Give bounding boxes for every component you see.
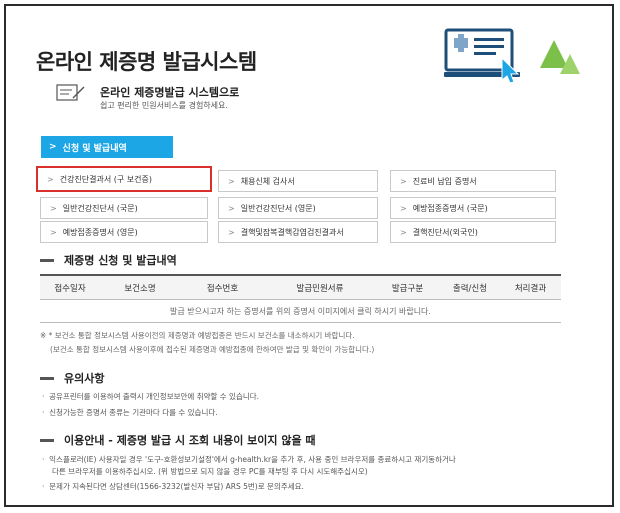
heading-bar [40, 438, 54, 442]
column-header: 출력/신청 [452, 283, 488, 294]
intro-description: 쉽고 편리한 민원서비스를 경험하세요. [100, 101, 228, 110]
cert-employment-physical[interactable]: > 채용신체 검사서 [218, 170, 378, 192]
usage-guide-item: · 문제가 지속된다면 상담센터(1566-3232(발신자 부담) ARS 5… [42, 482, 304, 491]
column-header: 발급구분 [391, 283, 424, 294]
page-title: 온라인 제증명 발급시스템 [36, 50, 257, 74]
usage-guide-text: 익스플로러(IE) 사용자일 경우 '도구-호환성보기설정'에서 g-healt… [49, 455, 456, 464]
cert-label: 진료비 납입 증명서 [412, 176, 477, 186]
usage-guide-item-continued: 다른 브라우저를 이용하주십시오. (위 방법으로 되지 않을 경우 PC를 재… [52, 467, 368, 476]
precaution-item: · 공유프린터를 이용하여 출력시 개인정보보안에 취약할 수 있습니다. [42, 392, 260, 401]
cert-label: 일반건강진단서 (영문) [240, 203, 316, 213]
cert-label: 건강진단결과서 (구 보건증) [59, 174, 152, 184]
cert-arrow: > [228, 176, 235, 186]
notice-line-1: ※ * 보건소 통합 정보시스템 사용이전의 제증명과 예방접종은 반드시 보건… [40, 331, 355, 340]
laptop-illustration [444, 28, 580, 84]
usage-guide-heading: 이용안내 - 제증명 발급 시 조회 내용이 보이지 않을 때 [40, 432, 316, 448]
cert-arrow: > [400, 176, 407, 186]
table-header: 접수일자 보건소명 접수번호 발급민원서류 발급구분 출력/신청 처리결과 [40, 274, 561, 300]
cert-arrow: > [50, 203, 57, 213]
cert-arrow: > [50, 227, 57, 237]
usage-guide-item: · 익스플로러(IE) 사용자일 경우 '도구-호환성보기설정'에서 g-hea… [42, 455, 456, 464]
cert-vaccination-ko[interactable]: > 예방접종증명서 (국문) [390, 197, 556, 219]
notice-line-2: (보건소 통합 정보시스템 사용이후에 접수된 제증명과 예방접종에 한하여만 … [50, 345, 375, 354]
usage-guide-text: 문제가 지속된다면 상담센터(1566-3232(발신자 부담) ARS 5번)… [49, 482, 304, 491]
cert-label: 채용신체 검사서 [240, 176, 295, 186]
cert-arrow: > [400, 203, 407, 213]
cert-label: 예방접종증명서 (국문) [412, 203, 488, 213]
apply-history-button[interactable]: > 신청 및 발급내역 [41, 136, 173, 158]
column-header: 발급민원서류 [296, 283, 344, 294]
document-pen-icon [56, 84, 85, 101]
cert-general-health-en[interactable]: > 일반건강진단서 (영문) [218, 197, 378, 219]
precaution-item: · 신청가능한 증명서 종류는 기관마다 다를 수 있습니다. [42, 408, 218, 417]
column-header: 접수번호 [206, 283, 239, 294]
cert-label: 결핵및잠복결핵감염검진결과서 [240, 227, 344, 237]
issuance-history-title: 제증명 신청 및 발급내역 [64, 254, 177, 267]
cert-medical-payment[interactable]: > 진료비 납입 증명서 [390, 170, 556, 192]
cert-label: 일반건강진단서 (국문) [62, 203, 138, 213]
cert-label: 예방접종증명서 (영문) [62, 227, 138, 237]
cert-health-check-result[interactable]: > 건강진단결과서 (구 보건증) [36, 166, 212, 192]
precaution-text: 공유프린터를 이용하여 출력시 개인정보보안에 취약할 수 있습니다. [49, 392, 260, 401]
column-header: 처리결과 [514, 283, 547, 294]
cert-tuberculosis-foreigner[interactable]: > 결핵진단서(외국인) [390, 221, 556, 243]
column-header: 접수일자 [54, 283, 86, 294]
cert-arrow: > [47, 174, 54, 184]
heading-bar [40, 376, 54, 380]
precaution-text: 신청가능한 증명서 종류는 기관마다 다를 수 있습니다. [49, 408, 218, 417]
precautions-heading: 유의사항 [40, 370, 104, 386]
table-empty-row: 발급 받으시고자 하는 증명서를 위의 증명서 이미지에서 클릭 하시기 바랍니… [40, 300, 561, 323]
empty-message: 발급 받으시고자 하는 증명서를 위의 증명서 이미지에서 클릭 하시기 바랍니… [170, 306, 431, 316]
intro-title: 온라인 제증명발급 시스템으로 [100, 86, 240, 99]
cert-general-health-ko[interactable]: > 일반건강진단서 (국문) [40, 197, 208, 219]
usage-guide-title: 이용안내 - 제증명 발급 시 조회 내용이 보이지 않을 때 [64, 434, 316, 447]
cert-label: 결핵진단서(외국인) [412, 227, 478, 237]
column-header: 보건소명 [124, 283, 156, 294]
heading-bar [40, 258, 54, 262]
apply-history-label: 신청 및 발급내역 [62, 143, 127, 154]
issuance-history-heading: 제증명 신청 및 발급내역 [40, 252, 177, 268]
cert-arrow: > [228, 227, 235, 237]
cert-tuberculosis-screening[interactable]: > 결핵및잠복결핵감염검진결과서 [218, 221, 378, 243]
cert-arrow: > [228, 203, 235, 213]
page-frame: 온라인 제증명 발급시스템 온라인 제증명발급 시스템으로 쉽고 편리한 민원서… [4, 4, 614, 507]
issuance-history-table: 접수일자 보건소명 접수번호 발급민원서류 발급구분 출력/신청 처리결과 발급… [40, 274, 561, 323]
precautions-title: 유의사항 [64, 372, 105, 385]
cert-vaccination-en[interactable]: > 예방접종증명서 (영문) [40, 221, 208, 243]
apply-arrow: > [49, 142, 57, 152]
cert-arrow: > [400, 227, 407, 237]
